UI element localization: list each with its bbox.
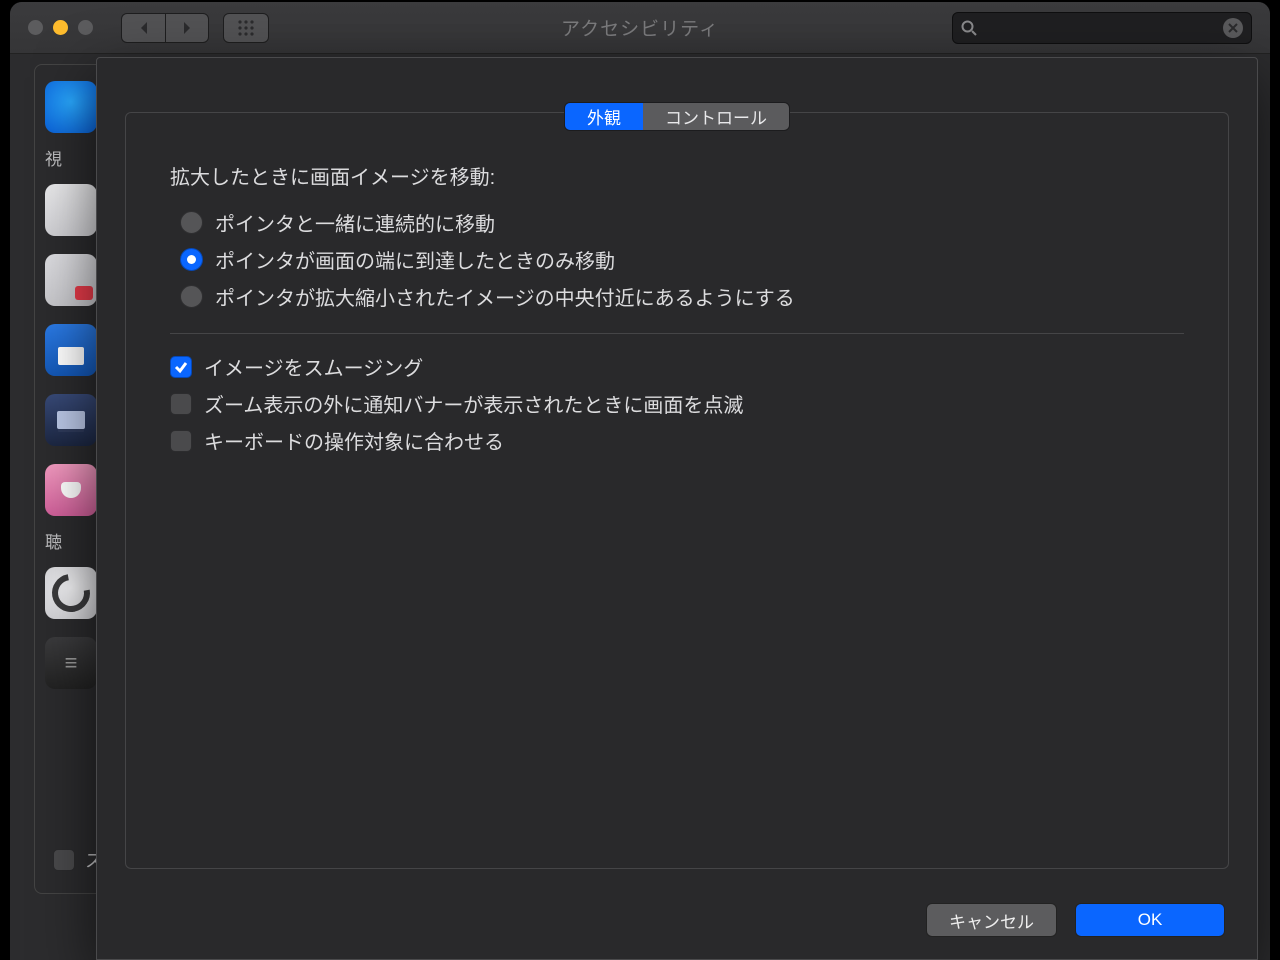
- show-all-button[interactable]: [223, 13, 269, 43]
- radio-label: ポインタが画面の端に到達したときのみ移動: [215, 245, 615, 274]
- window-controls: [28, 20, 93, 35]
- radio-icon: [180, 211, 203, 234]
- radio-when-pointer-reaches-edge[interactable]: ポインタが画面の端に到達したときのみ移動: [180, 245, 1184, 274]
- checkbox-smooth-images[interactable]: イメージをスムージング: [170, 352, 1184, 381]
- sidebar-item-voiceover[interactable]: [45, 184, 97, 236]
- sidebar-item-overview[interactable]: [45, 81, 97, 133]
- sidebar-item-audio[interactable]: [45, 567, 97, 619]
- radio-pointer-near-center[interactable]: ポインタが拡大縮小されたイメージの中央付近にあるようにする: [180, 282, 1184, 311]
- radio-continuously-with-pointer[interactable]: ポインタと一緒に連続的に移動: [180, 208, 1184, 237]
- checkbox-icon: [53, 849, 75, 871]
- sidebar-section-hearing: 聴: [45, 528, 97, 553]
- zoom-options-sheet: 外観 コントロール 拡大したときに画面イメージを移動: ポインタと一緒に連続的に…: [96, 57, 1258, 960]
- sheet-content-frame: 拡大したときに画面イメージを移動: ポインタと一緒に連続的に移動 ポインタが画面…: [125, 112, 1229, 869]
- radio-icon: [180, 248, 203, 271]
- appearance-content: 拡大したときに画面イメージを移動: ポインタと一緒に連続的に移動 ポインタが画面…: [126, 113, 1228, 455]
- close-icon: [1228, 23, 1238, 33]
- sidebar-section-vision: 視: [45, 145, 97, 170]
- checkbox-label: イメージをスムージング: [204, 352, 423, 381]
- divider: [170, 333, 1184, 334]
- category-sidebar: 視 聴: [45, 81, 97, 707]
- tab-controls[interactable]: コントロール: [643, 103, 789, 130]
- sidebar-item-descriptions[interactable]: [45, 464, 97, 516]
- search-input[interactable]: [983, 19, 1223, 36]
- sidebar-item-zoom[interactable]: [45, 254, 97, 306]
- back-button[interactable]: [121, 13, 165, 43]
- tab-appearance[interactable]: 外観: [565, 103, 643, 130]
- sidebar-item-display[interactable]: [45, 324, 97, 376]
- radio-icon: [180, 285, 203, 308]
- zoom-window-button[interactable]: [78, 20, 93, 35]
- sidebar-item-speech[interactable]: [45, 394, 97, 446]
- checkbox-icon: [170, 393, 192, 415]
- sheet-button-bar: キャンセル OK: [926, 903, 1225, 937]
- clear-search-button[interactable]: [1223, 18, 1243, 38]
- search-icon: [961, 20, 977, 36]
- cancel-button[interactable]: キャンセル: [926, 903, 1057, 937]
- forward-button[interactable]: [165, 13, 209, 43]
- screen-image-move-radiogroup: ポインタと一緒に連続的に移動 ポインタが画面の端に到達したときのみ移動 ポインタ…: [180, 208, 1184, 311]
- radio-label: ポインタが拡大縮小されたイメージの中央付近にあるようにする: [215, 282, 795, 311]
- nav-back-forward: [121, 13, 209, 43]
- radio-label: ポインタと一緒に連続的に移動: [215, 208, 495, 237]
- checkbox-label: キーボードの操作対象に合わせる: [204, 426, 504, 455]
- checkbox-icon: [170, 356, 192, 378]
- checkbox-follow-keyboard-focus[interactable]: キーボードの操作対象に合わせる: [170, 426, 1184, 455]
- preferences-window: アクセシビリティ 視 聴 ス ? 外観: [10, 2, 1270, 960]
- search-field[interactable]: [952, 12, 1252, 44]
- minimize-window-button[interactable]: [53, 20, 68, 35]
- checkbox-icon: [170, 430, 192, 452]
- ok-button[interactable]: OK: [1075, 903, 1225, 937]
- tab-control: 外観 コントロール: [564, 102, 790, 131]
- close-window-button[interactable]: [28, 20, 43, 35]
- checkbox-flash-on-notification[interactable]: ズーム表示の外に通知バナーが表示されたときに画面を点滅: [170, 389, 1184, 418]
- titlebar: アクセシビリティ: [10, 2, 1270, 54]
- checkbox-label: ズーム表示の外に通知バナーが表示されたときに画面を点滅: [204, 389, 743, 418]
- sidebar-item-captions[interactable]: [45, 637, 97, 689]
- screen-image-move-label: 拡大したときに画面イメージを移動:: [170, 161, 1184, 190]
